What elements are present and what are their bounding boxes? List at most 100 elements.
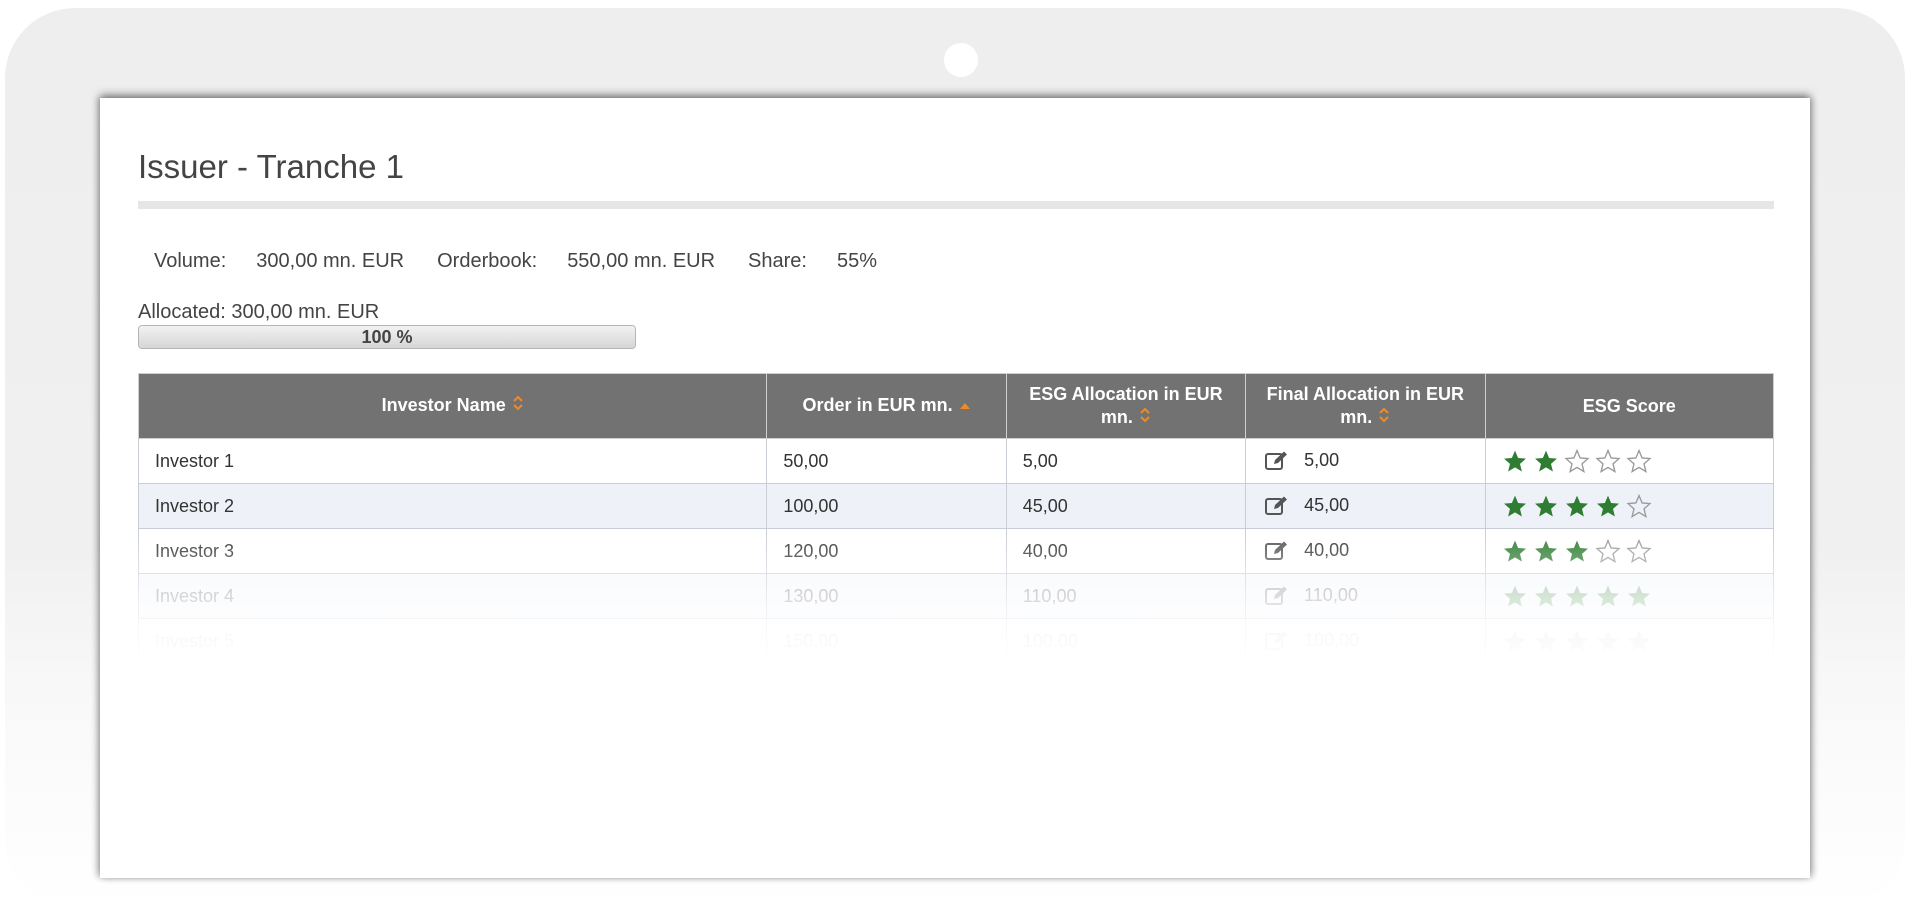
star-outline-icon (1594, 538, 1621, 563)
star-filled-icon (1502, 449, 1528, 473)
esg-star-rating (1502, 448, 1657, 473)
star-filled-icon (1502, 494, 1528, 518)
column-header-label: ESG Score (1582, 395, 1676, 416)
edit-icon[interactable] (1264, 450, 1290, 472)
title-divider (138, 201, 1774, 209)
star-outline-icon (1625, 448, 1652, 473)
orderbook-value: 550,00 mn. EUR (567, 250, 716, 272)
camera-icon (944, 43, 978, 77)
order-cell: 120,00 (766, 528, 1007, 574)
esg-allocation-cell: 40,00 (1005, 528, 1247, 574)
esg-star-rating (1502, 538, 1657, 563)
esg-score-cell (1484, 528, 1774, 574)
volume-value: 300,00 mn. EUR (256, 250, 405, 272)
investor-name-cell: Investor 3 (137, 528, 768, 574)
star-filled-icon (1626, 584, 1652, 608)
esg-score-cell (1484, 618, 1774, 664)
edit-icon[interactable] (1264, 540, 1290, 562)
esg-star-rating (1502, 629, 1657, 653)
edit-icon[interactable] (1264, 495, 1290, 517)
order-cell: 150,00 (766, 618, 1007, 664)
star-filled-icon (1533, 584, 1559, 608)
star-outline-icon (1625, 493, 1652, 518)
esg-allocation-cell: 45,00 (1005, 483, 1247, 529)
final-allocation-cell: 100,00 (1245, 618, 1486, 664)
share-label: Share: (748, 250, 807, 272)
volume-label: Volume: (154, 250, 227, 272)
final-allocation-value[interactable]: 110,00 (1304, 585, 1358, 605)
esg-allocation-cell: 100,00 (1005, 618, 1247, 664)
star-filled-icon (1564, 494, 1590, 518)
star-filled-icon (1502, 629, 1528, 653)
star-filled-icon (1533, 494, 1559, 518)
final-allocation-value[interactable]: 5,00 (1304, 450, 1339, 470)
order-cell: 100,00 (766, 483, 1007, 529)
star-filled-icon (1564, 629, 1590, 653)
sort-updown-icon[interactable] (1139, 407, 1151, 426)
final-allocation-cell: 110,00 (1245, 573, 1486, 619)
table-body: Investor 1 50,00 5,00 5,00 Investor 2 100,00 4… (137, 438, 1774, 664)
star-filled-icon (1502, 584, 1528, 608)
table-row[interactable]: Investor 5 150,00 100,00 100,00 (137, 618, 1774, 664)
column-header-1[interactable]: Order in EUR mn. (766, 373, 1007, 439)
final-allocation-cell: 40,00 (1245, 528, 1486, 574)
column-header-4: ESG Score (1484, 373, 1774, 439)
share-value: 55% (836, 250, 878, 272)
order-cell: 50,00 (766, 438, 1007, 484)
final-allocation-value[interactable]: 100,00 (1304, 630, 1359, 650)
esg-allocation-cell: 5,00 (1005, 438, 1247, 484)
star-outline-icon (1594, 448, 1621, 473)
table-row[interactable]: Investor 2 100,00 45,00 45,00 (137, 483, 1774, 529)
final-allocation-cell: 5,00 (1245, 438, 1486, 484)
esg-allocation-cell: 110,00 (1005, 573, 1247, 619)
column-header-label: Order in EUR mn. (802, 395, 953, 415)
star-filled-icon (1533, 629, 1559, 653)
column-header-3[interactable]: Final Allocation in EUR mn. (1245, 373, 1486, 439)
progress-text: 100 % (361, 327, 413, 347)
table-row[interactable]: Investor 4 130,00 110,00 110,00 (137, 573, 1774, 619)
star-filled-icon (1533, 449, 1559, 473)
tranche-summary: Volume: 300,00 mn. EUR Orderbook: 550,00 mn… (154, 250, 910, 273)
edit-icon[interactable] (1264, 630, 1290, 652)
sort-updown-icon[interactable] (1378, 407, 1390, 426)
esg-star-rating (1502, 584, 1657, 608)
star-outline-icon (1625, 538, 1652, 563)
page-title: Issuer - Tranche 1 (138, 148, 404, 185)
orderbook-label: Orderbook: (437, 250, 538, 272)
final-allocation-cell: 45,00 (1245, 483, 1486, 529)
esg-score-cell (1484, 438, 1774, 484)
star-outline-icon (1563, 448, 1590, 473)
column-header-0[interactable]: Investor Name (137, 373, 768, 439)
star-filled-icon (1564, 539, 1590, 563)
investor-name-cell: Investor 4 (137, 573, 768, 619)
table-row[interactable]: Investor 1 50,00 5,00 5,00 (137, 438, 1774, 484)
star-filled-icon (1595, 494, 1621, 518)
column-header-2[interactable]: ESG Allocation in EUR mn. (1005, 373, 1247, 439)
sort-updown-icon[interactable] (512, 395, 524, 414)
star-filled-icon (1595, 584, 1621, 608)
column-header-label: Investor Name (381, 395, 506, 415)
star-filled-icon (1533, 539, 1559, 563)
esg-score-cell (1484, 483, 1774, 529)
star-filled-icon (1564, 584, 1590, 608)
allocated-label: Allocated: 300,00 mn. EUR (138, 301, 380, 323)
allocation-progress-bar: 100 % (138, 325, 636, 349)
investor-name-cell: Investor 1 (137, 438, 768, 484)
investor-name-cell: Investor 2 (137, 483, 768, 529)
column-header-label: ESG Allocation in EUR mn. (1029, 383, 1223, 427)
final-allocation-value[interactable]: 40,00 (1304, 540, 1349, 560)
final-allocation-value[interactable]: 45,00 (1304, 495, 1349, 515)
esg-score-cell (1484, 573, 1774, 619)
column-header-label: Final Allocation in EUR mn. (1266, 383, 1464, 427)
star-filled-icon (1595, 629, 1621, 653)
investor-name-cell: Investor 5 (137, 618, 768, 664)
investor-table: Investor Name Order in EUR mn. ESG Allocat… (137, 373, 1774, 664)
edit-icon[interactable] (1264, 585, 1290, 607)
star-filled-icon (1502, 539, 1528, 563)
table-row[interactable]: Investor 3 120,00 40,00 40,00 (137, 528, 1774, 574)
table-header-row: Investor Name Order in EUR mn. ESG Allocat… (137, 373, 1774, 439)
order-cell: 130,00 (766, 573, 1007, 619)
star-filled-icon (1626, 629, 1652, 653)
sort-asc-icon[interactable] (959, 399, 971, 414)
esg-star-rating (1502, 493, 1657, 518)
